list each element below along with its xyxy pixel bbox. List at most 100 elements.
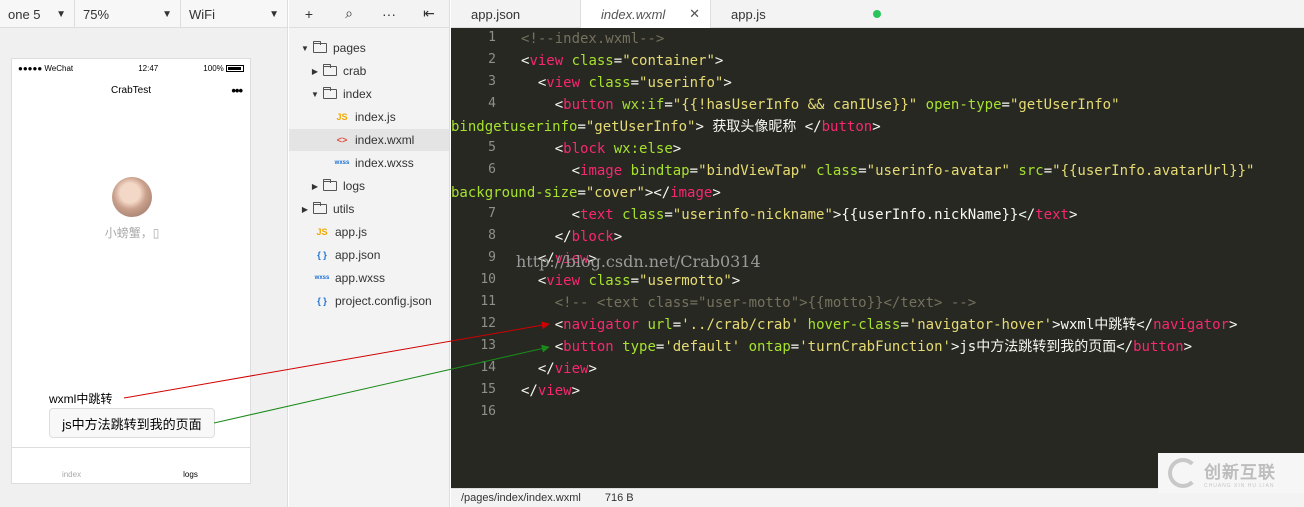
tab-label: app.json <box>471 6 521 22</box>
line-number: 2 <box>488 52 496 67</box>
tree-file-app-json[interactable]: { } app.json <box>289 244 449 266</box>
zoom-select[interactable]: 75% ▼ <box>75 0 181 28</box>
tree-file-index-js[interactable]: JS index.js <box>289 106 449 128</box>
json-file-icon: { } <box>317 250 327 260</box>
devtools-window: one 5 ▼ 75% ▼ WiFi ▼ ●●●●● WeChat 12:47 … <box>0 0 1304 507</box>
logo-subtitle: CHUANG XIN HU LIAN <box>1204 482 1275 489</box>
more-icon[interactable]: ••• <box>231 83 243 98</box>
code-line: <!--index.wxml--> <box>521 28 664 50</box>
tree-label: logs <box>343 179 366 193</box>
tab-label: app.js <box>731 6 766 22</box>
tree-file-app-js[interactable]: JS app.js <box>289 221 449 243</box>
tree-label: app.wxss <box>335 271 386 285</box>
caret-down-icon: ▼ <box>311 89 319 99</box>
battery-indicator: 100% <box>203 64 244 73</box>
tree-label: index.wxml <box>355 133 415 147</box>
tree-label: utils <box>333 202 355 216</box>
tab-app-js[interactable]: app.js <box>711 0 881 28</box>
caret-right-icon: ▶ <box>301 204 309 214</box>
caret-right-icon: ▶ <box>311 66 319 76</box>
device-toolbar: one 5 ▼ 75% ▼ WiFi ▼ <box>0 0 288 28</box>
zoom-label: 75% <box>83 6 110 22</box>
code-line: <button wx:if="{{!hasUserInfo && canIUse… <box>554 97 1120 113</box>
device-select[interactable]: one 5 ▼ <box>0 0 75 28</box>
tab-app-json[interactable]: app.json <box>451 0 581 28</box>
line-number: 15 <box>480 382 496 397</box>
line-number: 6 <box>488 162 496 177</box>
wxml-file-icon: <> <box>336 135 348 145</box>
tree-label: project.config.json <box>335 294 432 308</box>
code-editor[interactable]: 1 2 3 4 5 6 7 8 9 10 11 12 13 14 15 16 <… <box>451 28 1304 488</box>
add-icon[interactable]: + <box>289 6 329 22</box>
navigator-link[interactable]: wxml中跳转 <box>49 390 112 407</box>
network-select[interactable]: WiFi ▼ <box>181 0 288 28</box>
json-file-icon: { } <box>317 296 327 306</box>
tab-label: index.wxml <box>601 6 666 22</box>
explorer-toolbar: + ⌕ ··· ⇤ <box>289 0 449 28</box>
js-navigate-button[interactable]: js中方法跳转到我的页面 <box>49 408 215 438</box>
battery-icon <box>226 64 244 72</box>
line-number: 5 <box>488 140 496 155</box>
caret-down-icon: ▼ <box>301 43 309 53</box>
avatar[interactable] <box>112 177 152 217</box>
chevron-down-icon: ▼ <box>162 8 172 20</box>
tree-label: pages <box>333 41 366 55</box>
tab-index[interactable]: index <box>12 448 131 483</box>
tree-label: index <box>343 87 372 101</box>
folder-icon <box>313 41 327 53</box>
tree-label: index.js <box>355 110 396 124</box>
file-path: /pages/index/index.wxml <box>461 492 581 504</box>
tree-folder-logs[interactable]: ▶ logs <box>289 175 449 197</box>
close-icon[interactable]: ✕ <box>689 6 700 22</box>
tab-index-wxml[interactable]: index.wxml ✕ <box>581 0 711 28</box>
code-line: <view class="userinfo"> <box>537 75 732 91</box>
tree-label: crab <box>343 64 367 78</box>
file-explorer: + ⌕ ··· ⇤ ▼ pages ▶ crab ▼ index JS index.js… <box>289 0 450 507</box>
tree-folder-crab[interactable]: ▶ crab <box>289 60 449 82</box>
modified-dot-icon <box>873 10 881 18</box>
tab-logs[interactable]: logs <box>131 448 250 483</box>
battery-percent: 100% <box>203 63 224 73</box>
tree-folder-index[interactable]: ▼ index <box>289 83 449 105</box>
code-line: <view class="usermotto"> <box>537 273 741 289</box>
nickname: 小螃蟹，▯ <box>12 224 252 241</box>
code-line: </view> <box>537 361 597 377</box>
tree-file-index-wxml[interactable]: <> index.wxml <box>289 129 449 151</box>
carrier-label: ●●●●● WeChat <box>18 63 74 73</box>
collapse-icon[interactable]: ⇤ <box>409 5 449 22</box>
editor-tabs: app.json index.wxml ✕ app.js <box>451 0 1304 28</box>
clock: 12:47 <box>138 63 159 73</box>
folder-icon <box>323 179 337 191</box>
device-label: one 5 <box>8 6 41 22</box>
tree-folder-utils[interactable]: ▶ utils <box>289 198 449 220</box>
line-number: 13 <box>480 338 496 353</box>
tree-folder-pages[interactable]: ▼ pages <box>289 37 449 59</box>
code-line: </view> <box>521 383 581 399</box>
line-number: 1 <box>488 30 496 45</box>
nickname-text: 小螃蟹， <box>104 226 153 240</box>
missing-glyph-icon: ▯ <box>152 226 160 240</box>
tree-file-app-wxss[interactable]: wxss app.wxss <box>289 267 449 289</box>
chevron-down-icon: ▼ <box>269 8 279 20</box>
more-icon[interactable]: ··· <box>369 6 409 22</box>
code-line: <image bindtap="bindViewTap" class="user… <box>571 163 1255 179</box>
code-line: <button type='default' ontap='turnCrabFu… <box>554 339 1193 355</box>
code-line: <block wx:else> <box>554 141 682 157</box>
tree-label: app.js <box>335 225 368 239</box>
status-bar: ●●●●● WeChat 12:47 100% <box>12 59 250 77</box>
tree-label: index.wxss <box>355 156 414 170</box>
folder-icon <box>313 202 327 214</box>
nav-bar: CrabTest ••• <box>12 77 250 103</box>
tab-bar: index logs <box>12 447 250 483</box>
logo-name: 创新互联 <box>1204 462 1276 482</box>
line-number: 10 <box>480 272 496 287</box>
tree-file-project-config[interactable]: { } project.config.json <box>289 290 449 312</box>
tree-label: app.json <box>335 248 381 262</box>
code-token: <!--index.wxml--> <box>521 31 665 47</box>
code-line: <!-- <text class="user-motto">{{motto}}<… <box>554 295 977 311</box>
code-line-wrap: bindgetuserinfo="getUserInfo"> 获取头像昵称 </… <box>451 119 881 135</box>
tree-file-index-wxss[interactable]: wxss index.wxss <box>289 152 449 174</box>
folder-icon <box>323 64 337 76</box>
search-icon[interactable]: ⌕ <box>329 5 369 22</box>
chevron-down-icon: ▼ <box>56 8 66 20</box>
